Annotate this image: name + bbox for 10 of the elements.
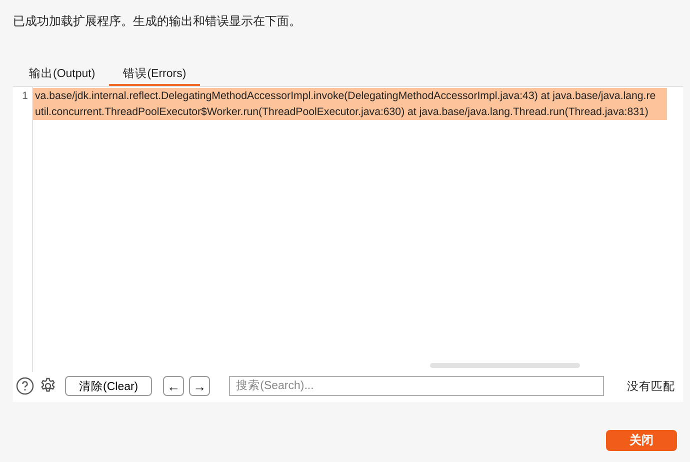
forward-button[interactable]: →: [189, 376, 210, 396]
scrollbar[interactable]: [430, 363, 580, 368]
line-number: 1: [13, 87, 33, 372]
match-status: 没有匹配: [627, 380, 675, 394]
back-button[interactable]: ←: [163, 376, 184, 396]
status-message: 已成功加载扩展程序。生成的输出和错误显示在下面。: [12, 13, 302, 30]
help-icon[interactable]: [16, 377, 34, 395]
clear-button[interactable]: 清除(Clear): [65, 376, 152, 396]
search-field[interactable]: 搜索(Search)...: [229, 376, 604, 396]
tab[interactable]: 输出(Output): [15, 63, 110, 86]
